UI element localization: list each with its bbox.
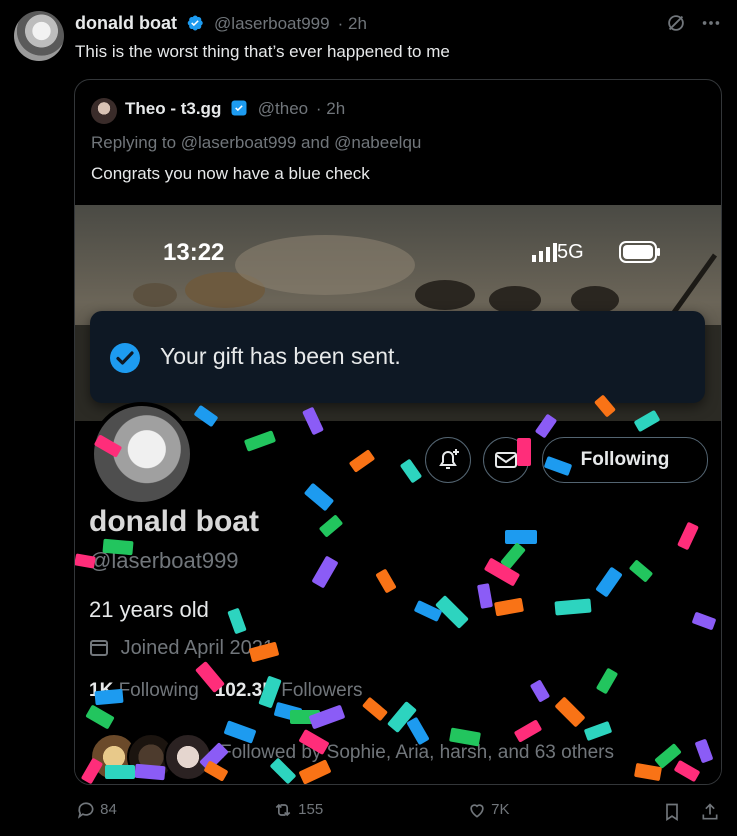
reply-action[interactable]: 84 (76, 800, 117, 820)
confetti-piece (673, 759, 701, 783)
confetti-piece (595, 667, 619, 695)
quote-author-avatar (91, 98, 117, 124)
attached-screenshot[interactable]: 13:22 5G Your gift has been sent. Follow… (75, 205, 721, 784)
confetti-piece (593, 394, 617, 418)
like-action[interactable]: 7K (467, 800, 510, 820)
author-avatar[interactable] (14, 11, 64, 61)
confetti-piece (554, 696, 586, 728)
confetti-piece (505, 530, 537, 544)
confetti-piece (223, 720, 257, 744)
confetti-piece (513, 719, 543, 743)
repost-icon[interactable] (272, 800, 294, 820)
confetti-piece (248, 641, 280, 663)
confetti-piece (298, 728, 330, 756)
quote-verified-badge-icon (231, 100, 247, 116)
confetti-piece (633, 762, 663, 782)
confetti-piece (361, 696, 389, 722)
confetti-piece (94, 688, 124, 706)
confetti-piece (449, 727, 481, 747)
author-line: donald boat @laserboat999 · 2h (75, 13, 367, 34)
confetti-piece (318, 514, 344, 538)
confetti-piece (633, 409, 661, 433)
confetti-piece (677, 521, 699, 551)
confetti-piece (406, 716, 430, 746)
confetti-piece (85, 704, 115, 730)
tweet-text: This is the worst thing that’s ever happ… (75, 42, 450, 61)
confetti-piece (303, 482, 335, 512)
quote-author-handle: @theo (257, 99, 309, 118)
confetti-piece (203, 760, 229, 782)
quote-author-line: Theo - t3.gg @theo · 2h (125, 99, 345, 119)
confetti-piece (75, 553, 96, 569)
share-icon[interactable] (700, 802, 720, 822)
verified-badge-icon (187, 15, 203, 31)
grok-icon[interactable] (665, 12, 687, 34)
reply-icon[interactable] (76, 800, 96, 820)
confetti-piece (269, 757, 297, 784)
bookmark-icon[interactable] (662, 802, 682, 822)
confetti-piece (493, 597, 525, 617)
confetti-piece (193, 404, 219, 428)
confetti-piece (628, 559, 654, 583)
confetti-piece (529, 679, 551, 703)
quote-text: Congrats you now have a blue check (91, 164, 370, 183)
confetti-overlay (75, 205, 721, 784)
tweet-time[interactable]: · 2h (338, 14, 367, 33)
like-count: 7K (491, 800, 510, 818)
confetti-piece (517, 438, 531, 466)
confetti-piece (227, 607, 247, 635)
confetti-piece (134, 763, 166, 781)
replying-to: Replying to @laserboat999 and @nabeelqu (91, 133, 422, 152)
author-name[interactable]: donald boat (75, 13, 177, 33)
confetti-piece (194, 661, 226, 693)
confetti-piece (534, 413, 558, 439)
confetti-piece (102, 538, 134, 556)
confetti-piece (543, 455, 573, 477)
confetti-piece (583, 720, 613, 742)
repost-count: 155 (298, 800, 324, 818)
confetti-piece (298, 759, 332, 784)
confetti-piece (375, 568, 397, 594)
confetti-piece (691, 611, 717, 631)
confetti-piece (80, 757, 104, 784)
confetti-piece (399, 458, 423, 484)
quote-author-name: Theo - t3.gg (125, 99, 222, 118)
author-handle[interactable]: @laserboat999 (214, 14, 330, 33)
confetti-piece (477, 583, 493, 609)
confetti-piece (348, 449, 376, 473)
confetti-piece (105, 765, 135, 779)
confetti-piece (311, 555, 339, 589)
confetti-piece (308, 704, 346, 730)
quote-time: · 2h (315, 99, 346, 118)
confetti-piece (554, 598, 592, 616)
repost-action[interactable]: 155 (272, 800, 323, 820)
quoted-tweet[interactable]: Theo - t3.gg @theo · 2h Replying to @las… (74, 79, 722, 785)
confetti-piece (694, 738, 714, 764)
confetti-piece (595, 566, 623, 598)
reply-count: 84 (100, 800, 117, 818)
confetti-piece (93, 434, 123, 458)
confetti-piece (302, 406, 324, 436)
confetti-piece (243, 430, 277, 452)
heart-icon[interactable] (467, 800, 487, 820)
more-icon[interactable] (700, 12, 722, 34)
